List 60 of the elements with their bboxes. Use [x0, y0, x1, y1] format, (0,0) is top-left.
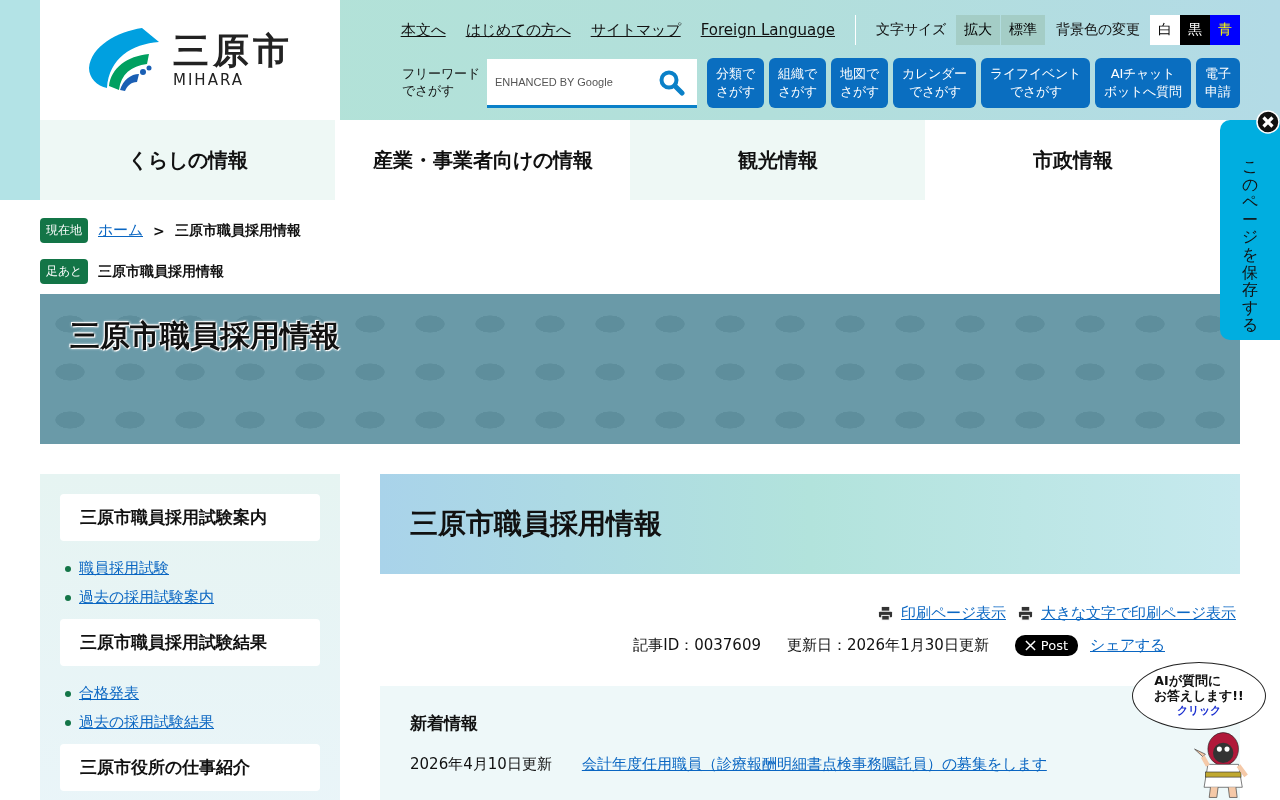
updated-date: 更新日：2026年1月30日更新 [787, 636, 989, 655]
speech-balloon[interactable]: AIが質問に お答えします!! クリック [1132, 662, 1266, 730]
sidebar-link[interactable]: 過去の採用試験案内 [79, 588, 214, 607]
search-shortcut-button[interactable]: 組織で さがす [769, 58, 826, 108]
breadcrumb-link[interactable]: ホーム [98, 221, 143, 240]
news-date: 2026年4月10日更新 [410, 755, 552, 774]
printer-icon [1018, 606, 1033, 621]
search-icon[interactable] [659, 69, 685, 96]
top-link[interactable]: 本文へ [400, 20, 446, 40]
top-link[interactable]: サイトマップ [590, 20, 681, 40]
bullet-icon [65, 594, 71, 601]
printer-icon [878, 606, 893, 621]
location-badge: 現在地 [40, 218, 88, 243]
breadcrumb-current: 三原市職員採用情報 [174, 221, 301, 240]
top-link[interactable]: はじめての方へ [465, 20, 571, 40]
font-size-label: 文字サイズ [876, 21, 946, 39]
logo-wordmark[interactable]: 三原市 [173, 31, 293, 71]
news-link[interactable]: 会計年度任用職員（診療報酬明細書点検事務嘱託員）の募集をします [581, 755, 1047, 774]
sidebar-heading: 三原市職員採用試験結果 [60, 619, 320, 666]
share-link[interactable]: シェアする [1090, 636, 1165, 655]
balloon-text: AIが質問に お答えします!! [1154, 674, 1244, 703]
search-shortcut-button[interactable]: 電子 申請 [1196, 58, 1240, 108]
background-color-button[interactable]: 青 [1210, 15, 1240, 45]
footprint-badge: 足あと [40, 259, 88, 284]
sidebar-heading: 三原市役所の仕事紹介 [60, 744, 320, 791]
banner-title: 三原市職員採用情報 [70, 318, 340, 353]
bullet-icon [65, 690, 71, 697]
sidebar-link[interactable]: 過去の採用試験結果 [79, 713, 214, 732]
sidebar-link[interactable]: 職員採用試験 [79, 559, 169, 578]
breadcrumb-separator: > [153, 222, 165, 239]
x-logo-icon [1024, 640, 1036, 651]
font-size-button[interactable]: 標準 [1001, 15, 1045, 45]
top-link[interactable]: Foreign Language [700, 21, 835, 39]
post-button[interactable]: Post [1014, 635, 1078, 656]
page-title: 三原市職員採用情報 [410, 506, 662, 542]
search-shortcut-button[interactable]: AIチャット ボットへ質問 [1095, 58, 1191, 108]
nav-tab[interactable]: くらしの情報 [40, 120, 335, 200]
sidebar-heading: 三原市職員採用試験案内 [60, 494, 320, 541]
bullet-icon [65, 719, 71, 726]
footprint-item: 三原市職員採用情報 [98, 262, 224, 281]
balloon-link[interactable]: クリック [1177, 702, 1221, 718]
background-color-label: 背景色の変更 [1056, 21, 1140, 39]
search-shortcut-button[interactable]: 分類で さがす [707, 58, 764, 108]
search-label: フリーワード でさがす [402, 66, 480, 100]
search-field[interactable]: ENHANCED BY Google [487, 58, 697, 108]
search-shortcut-button[interactable]: ライフイベント でさがす [981, 58, 1090, 108]
close-icon[interactable] [1256, 110, 1280, 134]
bullet-icon [65, 565, 71, 572]
font-size-button[interactable]: 拡大 [956, 15, 1000, 45]
save-page-tab[interactable]: このページを保存する [1220, 120, 1280, 340]
background-color-button[interactable]: 白 [1150, 15, 1180, 45]
background-color-button[interactable]: 黒 [1180, 15, 1210, 45]
search-shortcut-button[interactable]: 地図で さがす [831, 58, 888, 108]
print-link[interactable]: 大きな文字で印刷ページ表示 [1041, 604, 1236, 623]
search-shortcut-button[interactable]: カレンダー でさがす [893, 58, 976, 108]
nav-tab[interactable]: 観光情報 [630, 120, 925, 200]
logo-roman: MIHARA [173, 70, 245, 89]
article-id: 記事ID：0037609 [633, 636, 761, 655]
print-link[interactable]: 印刷ページ表示 [901, 604, 1006, 623]
sidebar-link[interactable]: 合格発表 [79, 684, 139, 703]
